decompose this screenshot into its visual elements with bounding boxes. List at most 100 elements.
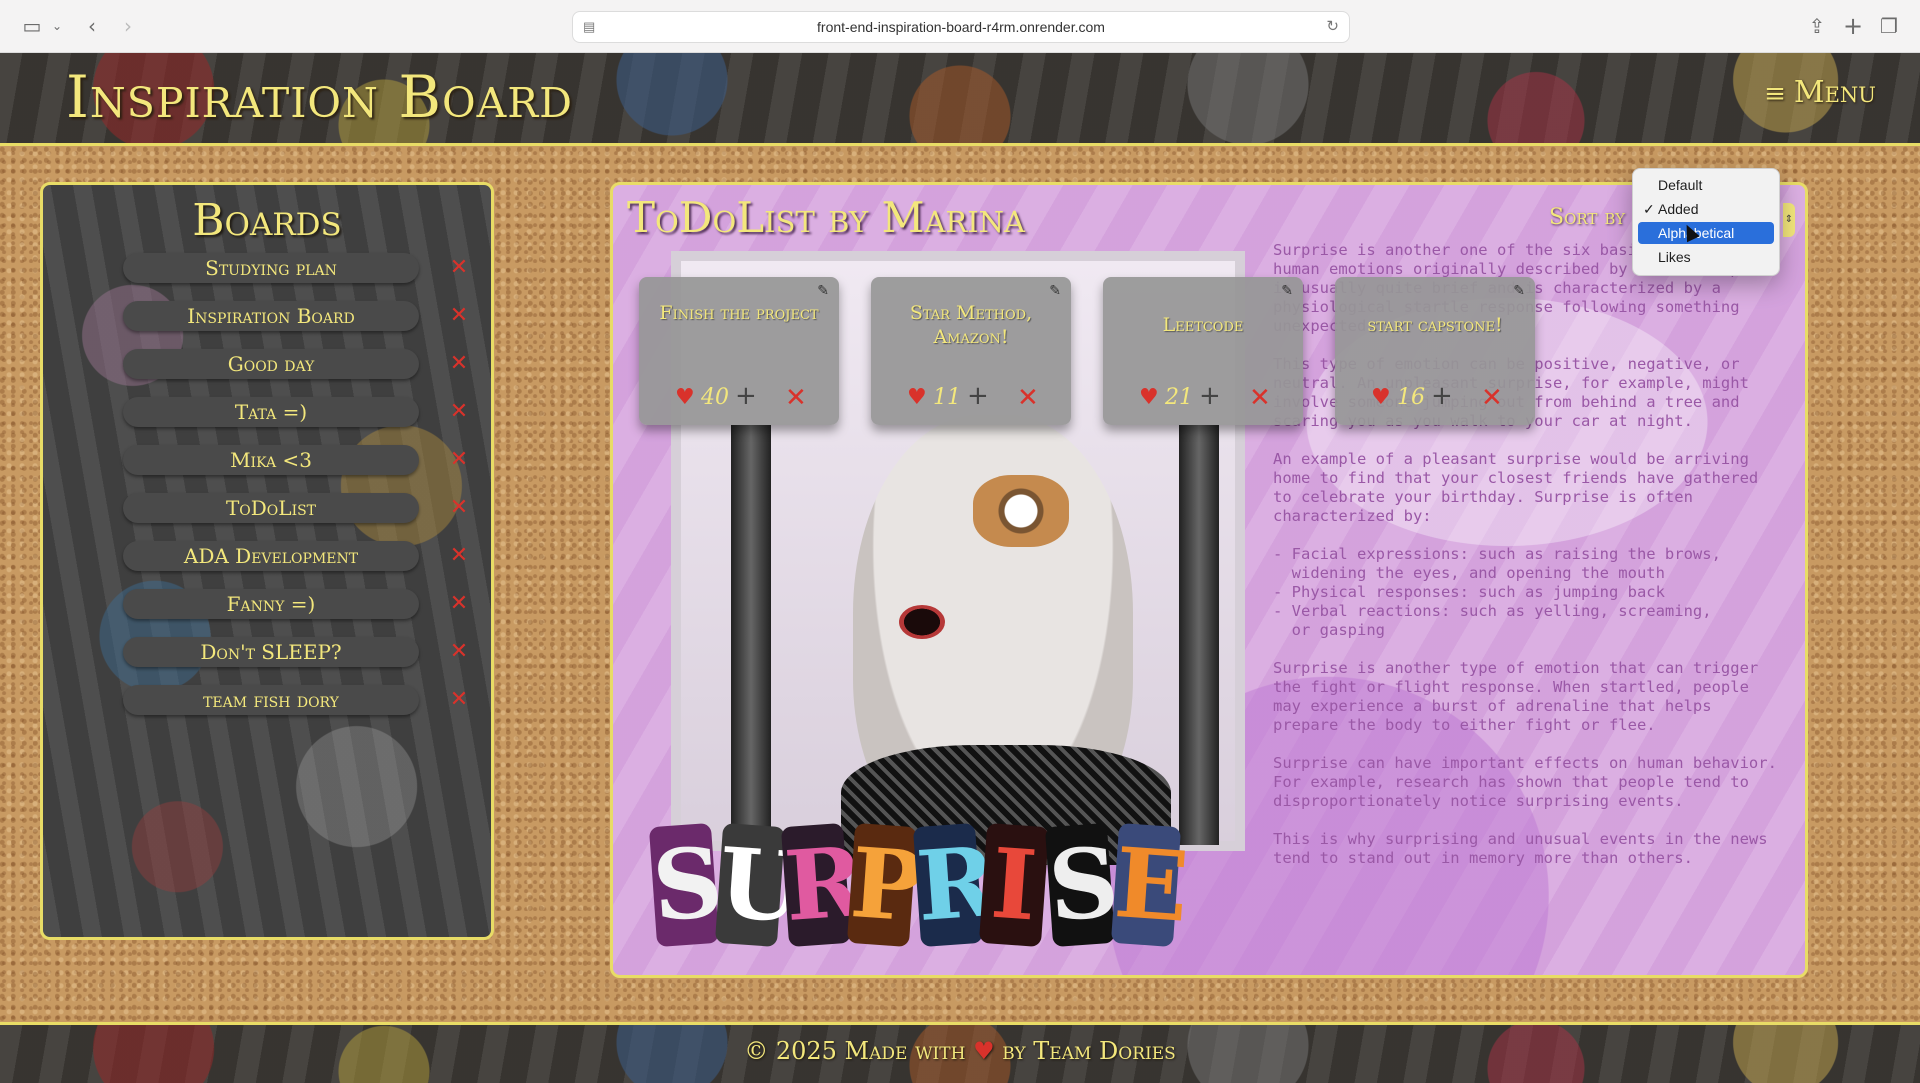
heart-icon: ♥: [1371, 385, 1391, 410]
board-delete-icon[interactable]: ✕: [447, 304, 471, 328]
card: ✎ start capstone! ♥ 16 + ✕: [1335, 277, 1535, 425]
collage-letter: U: [714, 822, 807, 948]
boards-panel: Boards Studying plan ✕ Inspiration Board…: [40, 182, 494, 940]
footer-text: © 2025 Made with ♥ by Team Dories: [0, 1037, 1920, 1065]
site-title: Inspiration Board: [66, 63, 573, 131]
board-item[interactable]: Inspiration Board: [123, 301, 419, 331]
delete-card-button[interactable]: ✕: [1017, 383, 1039, 413]
sort-option-likes[interactable]: Likes: [1638, 246, 1774, 268]
article-paragraph: Surprise can have important effects on h…: [1273, 754, 1787, 810]
delete-card-button[interactable]: ✕: [785, 383, 807, 413]
back-icon[interactable]: ‹: [82, 12, 102, 40]
art-pillar: [1179, 425, 1219, 845]
footer-suffix: by Team Dories: [1002, 1037, 1176, 1065]
like-count: 16: [1397, 385, 1425, 410]
boards-title: Boards: [192, 195, 342, 246]
board-delete-icon[interactable]: ✕: [447, 544, 471, 568]
board-delete-icon[interactable]: ✕: [447, 256, 471, 280]
board-delete-icon[interactable]: ✕: [447, 352, 471, 376]
board-item[interactable]: ADA Development: [123, 541, 419, 571]
delete-card-button[interactable]: ✕: [1249, 383, 1271, 413]
card: ✎ Finish the project ♥ 40 + ✕: [639, 277, 839, 425]
card-message: Finish the project: [659, 302, 819, 324]
delete-card-button[interactable]: ✕: [1481, 383, 1503, 413]
add-like-button[interactable]: +: [735, 381, 757, 411]
board-item[interactable]: Studying plan: [123, 253, 419, 283]
reload-icon[interactable]: ↻: [1326, 12, 1339, 42]
collage-letter: E: [1110, 822, 1192, 948]
pin-icon: ✎: [1281, 283, 1293, 299]
new-tab-icon[interactable]: +: [1842, 12, 1864, 40]
board-title: ToDoList by Marina: [627, 193, 1025, 242]
add-like-button[interactable]: +: [967, 381, 989, 411]
sort-option-label: Added: [1658, 201, 1699, 217]
selected-board-panel: ToDoList by Marina Sort by ⇕ SURPRISE Su…: [610, 182, 1808, 978]
heart-icon: ♥: [1139, 385, 1159, 410]
board-delete-icon[interactable]: ✕: [447, 400, 471, 424]
sort-option-label: Likes: [1658, 249, 1691, 265]
like-count: 40: [701, 385, 729, 410]
site-settings-icon[interactable]: ▤: [583, 12, 595, 42]
menu-button[interactable]: ≡ Menu: [1764, 75, 1876, 110]
menu-label: Menu: [1793, 75, 1876, 110]
board-delete-icon[interactable]: ✕: [447, 688, 471, 712]
url-text: front-end-inspiration-board-r4rm.onrende…: [817, 19, 1105, 35]
board-item[interactable]: team fish dory: [123, 685, 419, 715]
address-bar[interactable]: ▤ front-end-inspiration-board-r4rm.onren…: [572, 11, 1350, 43]
pin-icon: ✎: [1049, 283, 1061, 299]
card-message: Star Method, Amazon!: [909, 302, 1033, 348]
hamburger-icon: ≡: [1764, 79, 1786, 109]
board-delete-icon[interactable]: ✕: [447, 496, 471, 520]
board-item[interactable]: Fanny =): [123, 589, 419, 619]
heart-icon: ♥: [973, 1037, 995, 1065]
heart-icon: ♥: [907, 385, 927, 410]
sort-option-alphabetical[interactable]: Alphabetical: [1638, 222, 1774, 244]
share-icon[interactable]: ⇪: [1806, 12, 1828, 40]
board-delete-icon[interactable]: ✕: [447, 448, 471, 472]
board-item[interactable]: Mika <3: [123, 445, 419, 475]
add-like-button[interactable]: +: [1431, 381, 1453, 411]
collage-letter: S: [648, 822, 726, 948]
sort-option-label: Default: [1658, 177, 1703, 193]
forward-icon[interactable]: ›: [118, 12, 138, 40]
art-pillar: [731, 425, 771, 845]
board-item[interactable]: Good day: [123, 349, 419, 379]
browser-toolbar: ▭ ⌄ ‹ › ▤ front-end-inspiration-board-r4…: [0, 0, 1920, 53]
pin-icon: ✎: [817, 283, 829, 299]
card: ✎ Leetcode ♥ 21 + ✕: [1103, 277, 1303, 425]
sort-select[interactable]: ⇕: [1783, 203, 1795, 237]
board-delete-icon[interactable]: ✕: [447, 640, 471, 664]
site-header: Inspiration Board ≡ Menu: [0, 53, 1920, 146]
collage-letter: P: [846, 822, 927, 948]
collage-letter: I: [978, 822, 1050, 948]
collage-letter: R: [912, 822, 1001, 948]
checkmark-icon: ✓: [1643, 201, 1655, 217]
sidebar-toggle-icon[interactable]: ▭: [20, 12, 44, 40]
board-item[interactable]: Tata =): [123, 397, 419, 427]
surprise-lettering: SURPRISE: [648, 822, 1192, 948]
pin-icon: ✎: [1513, 283, 1525, 299]
sort-option-added[interactable]: ✓ Added: [1638, 198, 1774, 220]
article-paragraph: An example of a pleasant surprise would …: [1273, 450, 1768, 525]
tab-overview-icon[interactable]: ❐: [1878, 12, 1900, 40]
like-count: 21: [1165, 385, 1193, 410]
footer-prefix: © 2025 Made with: [744, 1037, 966, 1065]
like-count: 11: [933, 385, 961, 410]
card-message: start capstone!: [1367, 314, 1503, 336]
article-paragraph: - Facial expressions: such as raising th…: [1273, 545, 1721, 639]
sort-label: Sort by: [1549, 205, 1626, 230]
heart-icon: ♥: [675, 385, 695, 410]
collage-eye-image: [973, 475, 1069, 547]
sort-option-default[interactable]: Default: [1638, 174, 1774, 196]
card-message: Leetcode: [1162, 314, 1244, 336]
add-like-button[interactable]: +: [1199, 381, 1221, 411]
board-item[interactable]: Don't SLEEP?: [123, 637, 419, 667]
board-item[interactable]: ToDoList: [123, 493, 419, 523]
site-footer: © 2025 Made with ♥ by Team Dories: [0, 1022, 1920, 1083]
article-paragraph: Surprise is another type of emotion that…: [1273, 659, 1768, 734]
board-delete-icon[interactable]: ✕: [447, 592, 471, 616]
article-paragraph: This is why surprising and unusual event…: [1273, 830, 1777, 867]
sort-dropdown-menu: Default ✓ Added Alphabetical Likes: [1632, 168, 1780, 276]
chevron-down-icon[interactable]: ⌄: [50, 12, 64, 40]
card: ✎ Star Method, Amazon! ♥ 11 + ✕: [871, 277, 1071, 425]
